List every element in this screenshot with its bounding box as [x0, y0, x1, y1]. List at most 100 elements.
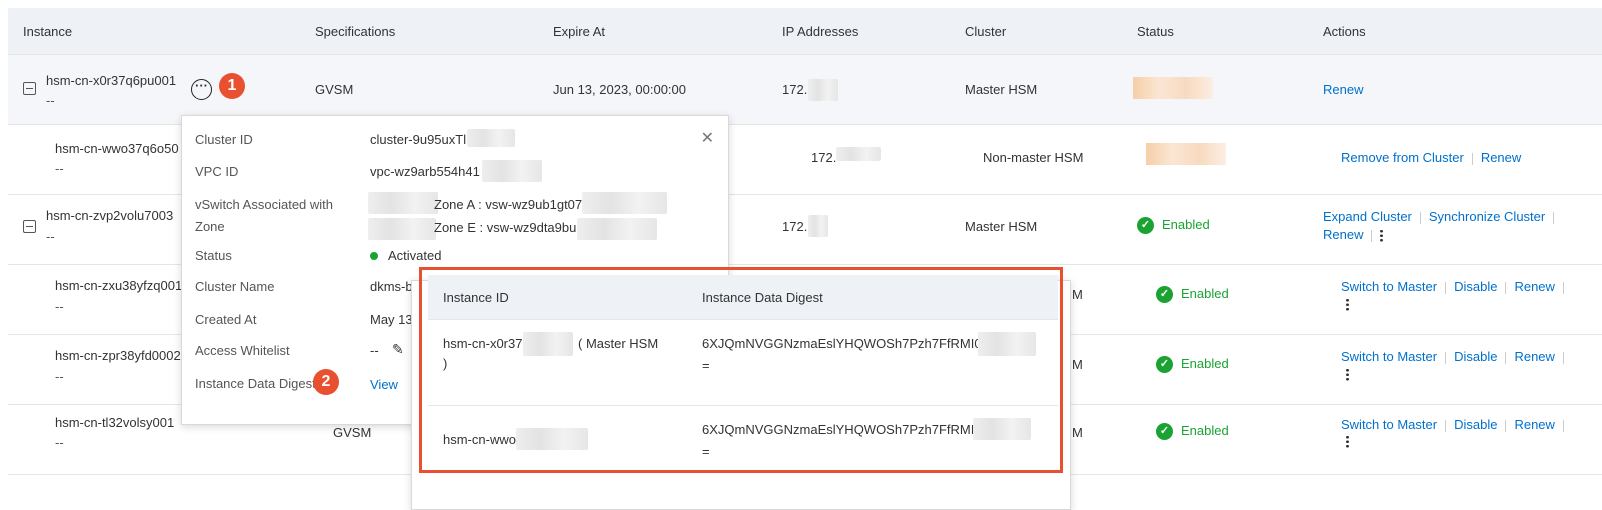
instance-id: hsm-cn-wwo37q6o50: [55, 141, 179, 156]
check-circle-icon: ✓: [1156, 356, 1173, 374]
actions: Remove from Cluster Renew: [1341, 150, 1521, 165]
cluster-role: M: [1072, 287, 1083, 302]
cluster-role: Master HSM: [965, 219, 1038, 234]
cluster-name-label: Cluster Name: [195, 279, 275, 294]
status-label: Status: [195, 248, 232, 263]
renew-link[interactable]: Renew: [1323, 82, 1363, 97]
collapse-icon[interactable]: [23, 82, 36, 95]
step-badge-1: 1: [219, 73, 245, 99]
cluster-role: Master HSM: [965, 82, 1038, 97]
more-icon[interactable]: ···: [191, 79, 212, 100]
status-redacted: [1146, 143, 1226, 165]
view-digest-link[interactable]: View: [370, 377, 398, 392]
instance-name: --: [46, 229, 55, 244]
edit-icon[interactable]: ✎: [392, 341, 404, 358]
col-instance: Instance: [23, 24, 73, 39]
instance-id: hsm-cn-x0r37: [443, 336, 523, 351]
digest-table-header: Instance ID Instance Data Digest: [428, 275, 1058, 320]
ip-address: 172.: [782, 82, 808, 97]
renew-link[interactable]: Renew: [1514, 349, 1554, 364]
instance-id: hsm-cn-x0r37q6pu001: [46, 73, 177, 88]
renew-link[interactable]: Renew: [1514, 279, 1554, 294]
disable-link[interactable]: Disable: [1454, 279, 1497, 294]
instance-name: --: [46, 93, 55, 108]
expand-cluster-link[interactable]: Expand Cluster: [1323, 209, 1412, 224]
col-actions: Actions: [1323, 24, 1366, 39]
cluster-role: M: [1072, 425, 1083, 440]
col-cluster: Cluster: [965, 24, 1007, 39]
status-redacted: [1133, 77, 1213, 99]
instance-name: --: [55, 369, 64, 384]
role-end: ): [443, 356, 448, 371]
switch-to-master-link[interactable]: Switch to Master: [1341, 349, 1437, 364]
check-circle-icon: ✓: [1137, 217, 1154, 235]
digest-end: =: [702, 444, 710, 459]
table-header: Instance Specifications Expire At IP Add…: [8, 8, 1602, 55]
switch-to-master-link[interactable]: Switch to Master: [1341, 279, 1437, 294]
col-instance-id: Instance ID: [443, 290, 509, 305]
vpc-id-value: vpc-wz9arb554h41: [370, 164, 480, 179]
access-whitelist-label: Access Whitelist: [195, 343, 290, 358]
instance-data-digest-label: Instance Data Digest: [195, 376, 316, 391]
access-whitelist-value: --: [370, 343, 379, 358]
remove-from-cluster-link[interactable]: Remove from Cluster: [1341, 150, 1464, 165]
vpc-id-label: VPC ID: [195, 164, 239, 179]
ip-address: 172.: [811, 150, 837, 165]
col-status: Status: [1137, 24, 1174, 39]
expire-at: Jun 13, 2023, 00:00:00: [553, 82, 687, 97]
more-actions-icon[interactable]: [1346, 298, 1349, 311]
digest-row: hsm-cn-wwo 6XJQmNVGGNzmaEslYHQWOSh7Pzh7F…: [428, 406, 1058, 466]
close-icon[interactable]: ✕: [701, 128, 714, 148]
cluster-id-label: Cluster ID: [195, 132, 253, 147]
instance-id: hsm-cn-zpr38yfd0002: [55, 348, 181, 363]
disable-link[interactable]: Disable: [1454, 349, 1497, 364]
instance-id: hsm-cn-tl32volsy001: [55, 415, 175, 430]
instance-name: --: [55, 435, 64, 450]
actions: Expand Cluster Synchronize Cluster: [1323, 209, 1562, 224]
instance-digest-popover: Instance ID Instance Data Digest hsm-cn-…: [411, 267, 1071, 510]
step-badge-2: 2: [313, 369, 339, 395]
disable-link[interactable]: Disable: [1454, 417, 1497, 432]
col-expire: Expire At: [553, 24, 606, 39]
digest-end: =: [702, 358, 710, 373]
col-digest: Instance Data Digest: [702, 290, 823, 305]
instance-id: hsm-cn-zxu38yfzq001: [55, 278, 183, 293]
zone-a-vswitch: Zone A : vsw-wz9ub1gt07: [434, 197, 583, 212]
col-ip: IP Addresses: [782, 24, 859, 39]
synchronize-cluster-link[interactable]: Synchronize Cluster: [1429, 209, 1545, 224]
instance-id: hsm-cn-zvp2volu7003: [46, 208, 174, 223]
more-actions-icon[interactable]: [1380, 229, 1384, 243]
renew-link[interactable]: Renew: [1323, 227, 1363, 242]
status-value: Activated: [370, 248, 441, 263]
zone-e-vswitch: Zone E : vsw-wz9dta9bu: [434, 220, 577, 235]
cluster-id-value: cluster-9u95uxTl: [370, 132, 467, 147]
check-circle-icon: ✓: [1156, 423, 1173, 441]
cluster-role: Non-master HSM: [983, 150, 1084, 165]
renew-link[interactable]: Renew: [1481, 150, 1521, 165]
instance-id: hsm-cn-wwo: [443, 432, 516, 447]
switch-to-master-link[interactable]: Switch to Master: [1341, 417, 1437, 432]
spec: GVSM: [315, 82, 354, 97]
check-circle-icon: ✓: [1156, 286, 1173, 304]
status-enabled: ✓ Enabled: [1156, 356, 1229, 374]
created-at-value: May 13: [370, 312, 413, 327]
more-actions-icon[interactable]: [1346, 368, 1349, 381]
more-actions-icon[interactable]: [1346, 435, 1349, 448]
digest-row: hsm-cn-x0r37 ( Master HSM ) 6XJQmNVGGNzm…: [428, 320, 1058, 406]
status-dot-icon: [370, 252, 378, 260]
digest-value: 6XJQmNVGGNzmaEslYHQWOSh7Pzh7FfRMI0: [702, 336, 982, 351]
instance-name: --: [55, 161, 64, 176]
status-enabled: ✓ Enabled: [1137, 217, 1210, 235]
col-specifications: Specifications: [315, 24, 396, 39]
renew-link[interactable]: Renew: [1514, 417, 1554, 432]
ip-address: 172.: [782, 219, 808, 234]
collapse-icon[interactable]: [23, 220, 36, 233]
spec: GVSM: [333, 425, 372, 440]
role: ( Master HSM: [578, 336, 659, 351]
cluster-role: M: [1072, 357, 1083, 372]
cluster-name-value: dkms-b: [370, 279, 413, 294]
vswitch-label: vSwitch Associated with Zone: [195, 197, 334, 234]
status-enabled: ✓ Enabled: [1156, 423, 1229, 441]
instance-name: --: [55, 299, 64, 314]
status-enabled: ✓ Enabled: [1156, 286, 1229, 304]
